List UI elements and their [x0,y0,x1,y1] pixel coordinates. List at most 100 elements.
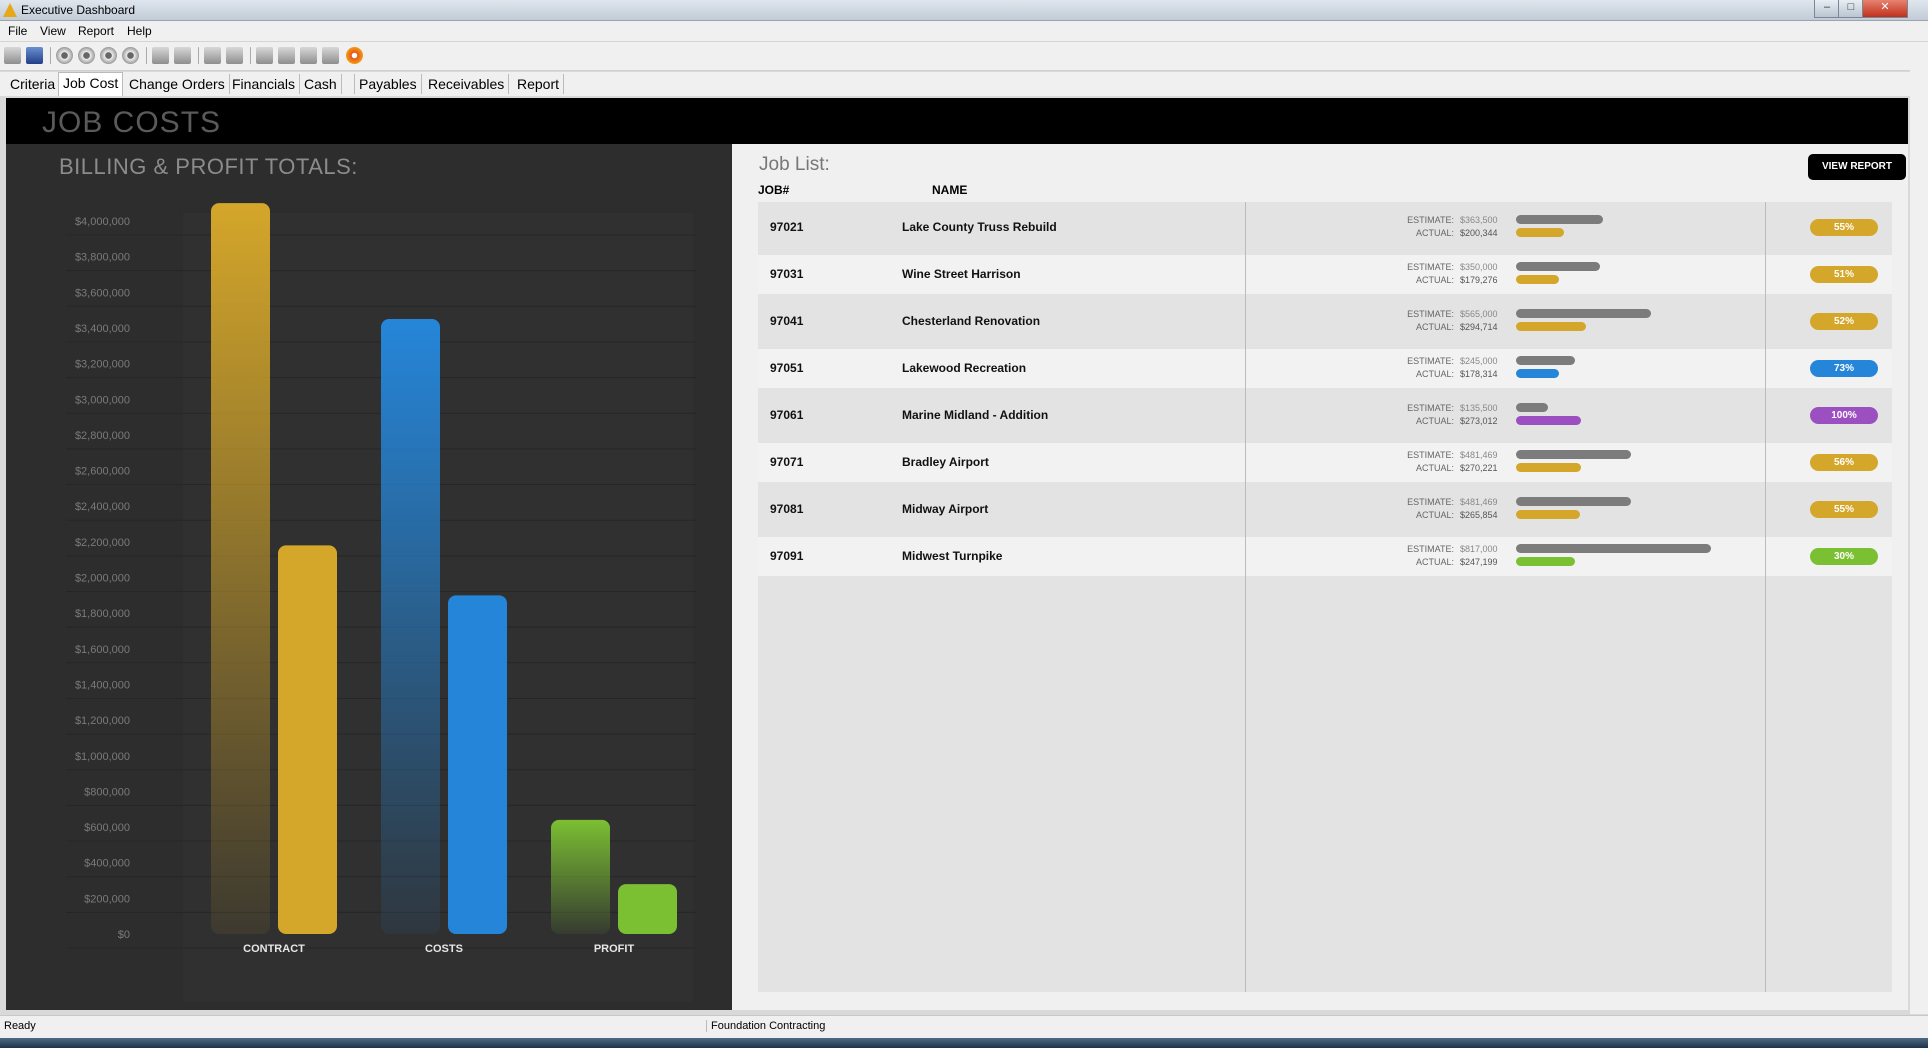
print-icon[interactable] [4,47,21,64]
job-name: Wine Street Harrison [902,267,1021,281]
tab-report[interactable]: Report [513,74,565,94]
last-record-icon[interactable] [122,47,139,64]
tab-change-orders[interactable]: Change Orders [125,74,230,94]
y-tick-label: $4,000,000 [75,216,130,228]
y-tick-label: $2,400,000 [75,501,130,513]
actual-bar [1516,557,1575,566]
job-name: Lake County Truss Rebuild [902,220,1057,234]
actual-bar [1516,369,1559,378]
x-category-label: COSTS [425,943,463,955]
document-add-icon[interactable] [278,47,295,64]
menu-file[interactable]: File [8,24,27,38]
job-row[interactable]: 97061 Marine Midland - Addition ESTIMATE: A… [758,396,1892,435]
y-tick-label: $200,000 [84,893,130,905]
job-number: 97031 [770,267,804,281]
estimate-bar [1516,403,1548,412]
actual-value: $179,276 [1460,275,1498,285]
actual-label: ACTUAL: [1415,510,1454,520]
actual-value: $265,854 [1460,510,1498,520]
app-icon [3,3,17,17]
tab-payables[interactable]: Payables [354,74,422,94]
estimate-bar [1516,309,1651,318]
actual-value: $247,199 [1460,557,1498,567]
title-bar: Executive Dashboard – □ ✕ [0,0,1928,21]
document-edit-icon[interactable] [300,47,317,64]
maximize-button[interactable]: □ [1838,0,1864,18]
column-header-job: JOB# [758,183,790,197]
estimate-bar [1516,215,1603,224]
view-report-button[interactable]: VIEW REPORT [1808,154,1906,180]
y-tick-label: $3,800,000 [75,252,130,264]
actual-label: ACTUAL: [1415,369,1454,379]
job-row[interactable]: 97021 Lake County Truss Rebuild ESTIMATE: A… [758,208,1892,247]
y-tick-label: $3,200,000 [75,359,130,371]
column-header-name: NAME [932,183,968,197]
tab-criteria[interactable]: Criteria [6,74,61,94]
job-row[interactable]: 97071 Bradley Airport ESTIMATE: ACTUAL: $481… [758,443,1892,482]
x-category-label: CONTRACT [243,943,305,955]
job-number: 97091 [770,549,804,563]
next-record-icon[interactable] [100,47,117,64]
email-icon[interactable] [226,47,243,64]
y-tick-label: $3,600,000 [75,287,130,299]
job-row[interactable]: 97051 Lakewood Recreation ESTIMATE: ACTUAL:… [758,349,1892,388]
previous-record-icon[interactable] [78,47,95,64]
x-category-label: PROFIT [594,943,635,955]
estimate-value: $350,000 [1460,262,1498,272]
target-icon[interactable] [346,47,363,64]
y-tick-label: $2,800,000 [75,430,130,442]
y-tick-label: $2,200,000 [75,537,130,549]
menu-report[interactable]: Report [78,24,114,38]
section-banner: JOB COSTS [6,98,1908,144]
tab-cash[interactable]: Cash [300,74,342,94]
estimate-label: ESTIMATE: [1407,262,1454,272]
job-row[interactable]: 97041 Chesterland Renovation ESTIMATE: ACTU… [758,302,1892,341]
status-text: Ready [4,1020,36,1032]
actual-value: $200,344 [1460,228,1498,238]
job-name: Lakewood Recreation [902,361,1027,375]
job-row[interactable]: 97081 Midway Airport ESTIMATE: ACTUAL: $481,… [758,490,1892,529]
estimate-bar [1516,262,1600,271]
estimate-label: ESTIMATE: [1407,356,1454,366]
menu-view[interactable]: View [40,24,66,38]
estimate-label: ESTIMATE: [1407,215,1454,225]
actual-bar [1516,463,1581,472]
document-search-icon[interactable] [322,47,339,64]
job-name: Midway Airport [902,502,989,516]
taskbar [0,1038,1928,1048]
estimate-label: ESTIMATE: [1407,497,1454,507]
zoom-out-icon[interactable] [174,47,191,64]
tab-financials[interactable]: Financials [228,74,301,94]
y-tick-label: $1,800,000 [75,608,130,620]
zoom-in-icon[interactable] [152,47,169,64]
save-icon[interactable] [26,47,43,64]
actual-label: ACTUAL: [1415,322,1454,332]
job-number: 97071 [770,455,804,469]
actual-value: $270,221 [1460,463,1498,473]
menu-help[interactable]: Help [127,24,152,38]
billing-profit-panel: BILLING & PROFIT TOTALS: $0 $200,000 $400,… [6,144,732,1010]
job-row[interactable]: 97091 Midwest Turnpike ESTIMATE: ACTUAL: $81… [758,537,1892,576]
column-divider [1765,202,1766,992]
tab-receivables[interactable]: Receivables [424,74,510,94]
toolbar [0,42,1928,71]
export-icon[interactable] [204,47,221,64]
first-record-icon[interactable] [56,47,73,64]
actual-label: ACTUAL: [1415,275,1454,285]
tab-job-cost[interactable]: Job Cost [58,72,124,96]
job-row[interactable]: 97031 Wine Street Harrison ESTIMATE: ACTUAL… [758,255,1892,294]
job-name: Bradley Airport [902,455,989,469]
close-button[interactable]: ✕ [1862,0,1908,18]
estimate-value: $481,469 [1460,450,1498,460]
document-icon[interactable] [256,47,273,64]
toolbar-separator [50,47,51,64]
billing-profit-chart: $0 $200,000 $400,000 $600,000 $800,000 $1,000… [66,203,696,1002]
y-tick-label: $1,400,000 [75,679,130,691]
y-tick-label: $2,000,000 [75,573,130,585]
status-bar: Ready Foundation Contracting [0,1015,1928,1038]
minimize-button[interactable]: – [1814,0,1840,18]
toolbar-separator [198,47,199,64]
percent-complete-badge: 100% [1810,407,1878,424]
y-tick-label: $3,400,000 [75,323,130,335]
y-tick-label: $1,000,000 [75,751,130,763]
